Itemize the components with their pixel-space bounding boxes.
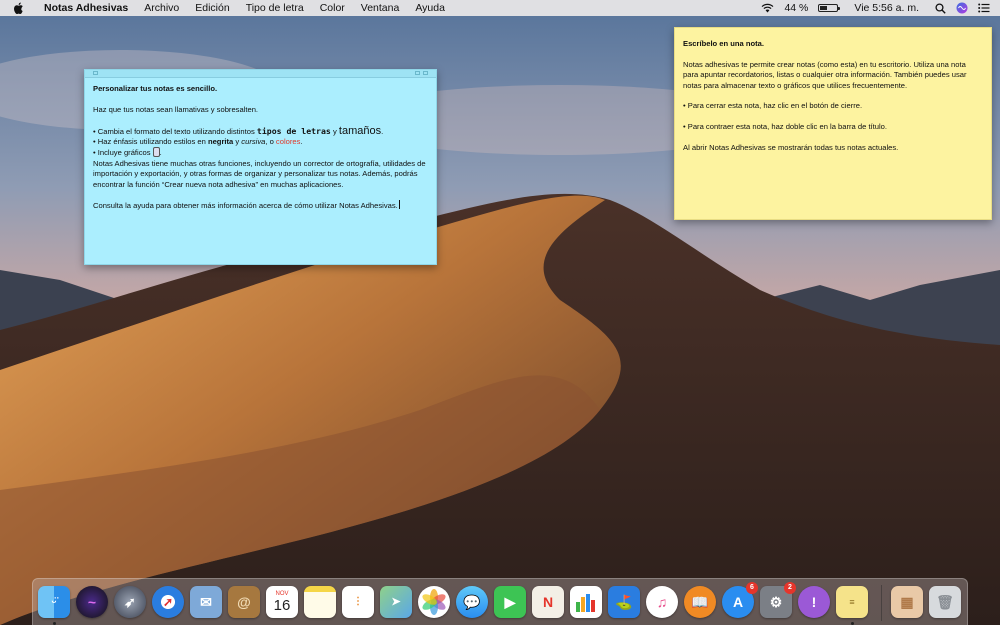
system-preferences-icon[interactable]: ⚙ 2 [760, 582, 796, 618]
note-intro: Haz que tus notas sean llamativas y sobr… [93, 104, 259, 114]
note-body[interactable]: Personalizar tus notas es sencillo. Haz … [85, 78, 436, 228]
calendar-day: 16 [273, 597, 291, 614]
notes-icon[interactable] [304, 586, 336, 618]
menu-edicion[interactable]: Edición [187, 0, 237, 16]
app-store-icon[interactable]: A6 [722, 582, 758, 618]
siri-icon[interactable]: ~ [76, 586, 108, 618]
note-paragraph-help: Consulta la ayuda para obtener más infor… [93, 200, 400, 211]
safari-icon[interactable]: ➚ [152, 586, 184, 618]
reminders-icon[interactable]: ⋮ [342, 586, 374, 618]
note-heading: Escríbelo en una nota. [683, 39, 765, 48]
stickies-icon[interactable]: ≡ [836, 586, 868, 618]
maps-icon[interactable]: ➤ [380, 586, 412, 618]
trash-icon[interactable]: 🗑 [929, 586, 961, 618]
feedback-assistant-icon[interactable]: ! [798, 586, 830, 618]
menu-tipo-de-letra[interactable]: Tipo de letra [238, 0, 312, 16]
note-bullet-collapse: • Para contraer esta nota, haz doble cli… [683, 122, 888, 132]
note-title-bar[interactable] [85, 70, 436, 78]
battery-icon[interactable] [818, 4, 841, 12]
note-paragraph-intro: Notas adhesivas te permite crear notas (… [683, 59, 967, 90]
books-icon[interactable]: 📖 [684, 586, 716, 618]
device-graphic-icon [152, 147, 160, 158]
calendar-icon[interactable]: NOV 16 [266, 586, 298, 618]
mail-stamp-icon[interactable]: ✉ [190, 586, 222, 618]
photos-icon[interactable] [418, 586, 450, 618]
clock[interactable]: Vie 5:56 a. m. [854, 2, 919, 14]
zoom-icon[interactable] [415, 71, 420, 75]
spotlight-search-icon[interactable] [935, 2, 946, 14]
dock-separator [881, 585, 882, 621]
siri-icon[interactable] [956, 2, 968, 14]
sticky-note-blue[interactable]: Personalizar tus notas es sencillo. Haz … [84, 69, 437, 265]
sticky-note-yellow[interactable]: Escríbelo en una nota. Notas adhesivas t… [674, 27, 992, 220]
note-paragraph-features: Notas Adhesivas tiene muchas otras funci… [93, 158, 426, 189]
note-heading: Personalizar tus notas es sencillo. [93, 84, 218, 93]
finder-icon[interactable]: ᵕ̈ [38, 586, 70, 618]
collapse-icon[interactable] [423, 71, 428, 75]
menu-color[interactable]: Color [312, 0, 353, 16]
note-bullet-close: • Para cerrar esta nota, haz clic en el … [683, 101, 863, 111]
news-icon[interactable]: N [532, 586, 564, 618]
text-cursor [398, 200, 400, 210]
launchpad-icon[interactable]: ➶ [114, 586, 146, 618]
wifi-icon[interactable] [761, 3, 774, 13]
apple-menu-icon[interactable] [12, 2, 26, 14]
menu-archivo[interactable]: Archivo [136, 0, 187, 16]
notification-badge: 6 [746, 582, 758, 594]
battery-percentage: 44 % [784, 2, 809, 14]
app-menu[interactable]: Notas Adhesivas [36, 0, 136, 16]
notification-center-icon[interactable] [978, 3, 990, 13]
facetime-icon[interactable]: ▶ [494, 586, 526, 618]
menu-bar: Notas Adhesivas Archivo Edición Tipo de … [0, 0, 1000, 16]
itunes-icon[interactable]: ♫ [646, 586, 678, 618]
note-body[interactable]: Escríbelo en una nota. Notas adhesivas t… [675, 28, 991, 175]
messages-icon[interactable]: 💬 [456, 586, 488, 618]
bullet-graphics: • Incluye gráficos . [93, 147, 162, 158]
keynote-icon[interactable]: ⛳ [608, 586, 640, 618]
notification-badge: 2 [784, 582, 796, 594]
menu-ayuda[interactable]: Ayuda [407, 0, 453, 16]
numbers-icon[interactable] [570, 586, 602, 618]
bullet-fonts: • Cambia el formato del texto utilizando… [93, 124, 384, 137]
dock: ᵕ̈ ~ ➶ ➚ ✉ @ NOV 16 ⋮ ➤ 💬 ▶ N ⛳ ♫ 📖 A6 ⚙… [32, 578, 968, 625]
close-icon[interactable] [93, 71, 98, 75]
downloads-folder-icon[interactable]: ▦ [891, 586, 923, 618]
menu-ventana[interactable]: Ventana [353, 0, 408, 16]
bullet-styles: • Haz énfasis utilizando estilos en negr… [93, 137, 303, 146]
contacts-icon[interactable]: @ [228, 586, 260, 618]
note-paragraph-open: Al abrir Notas Adhesivas se mostrarán to… [683, 143, 899, 152]
